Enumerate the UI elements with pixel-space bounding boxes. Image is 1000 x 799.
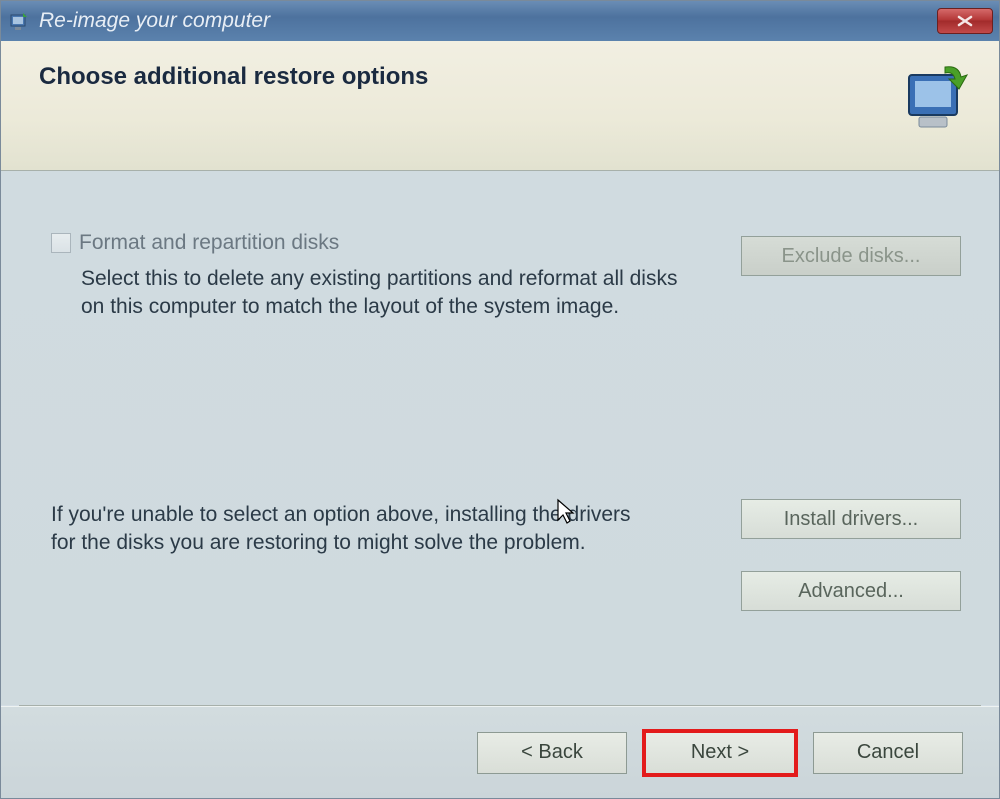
close-button[interactable]	[937, 8, 993, 34]
page-title: Choose additional restore options	[39, 63, 428, 91]
advanced-label: Advanced...	[798, 580, 904, 603]
window-title: Re-image your computer	[39, 9, 937, 33]
advanced-button[interactable]: Advanced...	[741, 571, 961, 611]
app-icon	[9, 11, 31, 31]
title-bar: Re-image your computer	[1, 1, 999, 41]
cancel-button[interactable]: Cancel	[813, 732, 963, 774]
format-checkbox	[51, 233, 71, 253]
cancel-label: Cancel	[857, 741, 919, 764]
back-label: < Back	[521, 741, 583, 764]
wizard-window: Re-image your computer Choose additional…	[0, 0, 1000, 799]
restore-computer-icon	[889, 63, 969, 133]
install-drivers-label: Install drivers...	[784, 508, 918, 531]
exclude-disks-button: Exclude disks...	[741, 236, 961, 276]
header-band: Choose additional restore options	[1, 41, 999, 171]
close-icon	[956, 15, 974, 27]
back-button[interactable]: < Back	[477, 732, 627, 774]
install-drivers-button[interactable]: Install drivers...	[741, 499, 961, 539]
install-drivers-hint: If you're unable to select an option abo…	[51, 501, 631, 558]
next-button[interactable]: Next >	[645, 732, 795, 774]
footer: < Back Next > Cancel	[1, 706, 999, 798]
format-option-description: Select this to delete any existing parti…	[81, 265, 701, 322]
format-checkbox-label: Format and repartition disks	[79, 231, 339, 255]
body-area: Format and repartition disks Select this…	[1, 171, 999, 705]
exclude-disks-label: Exclude disks...	[782, 245, 921, 268]
next-label: Next >	[691, 741, 749, 764]
